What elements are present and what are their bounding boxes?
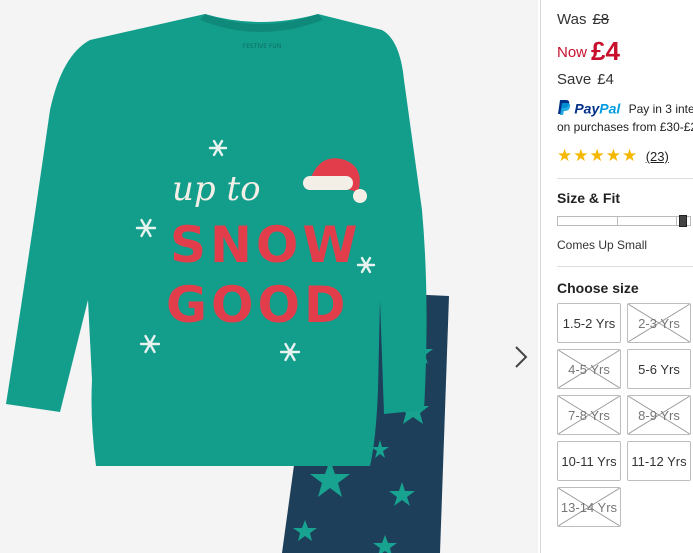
shirt-text-up-to: up to xyxy=(172,169,261,209)
neck-label-text: FESTIVE FUN xyxy=(243,43,282,50)
pyjama-illustration: FESTIVE FUN up to SNOW GOOD xyxy=(6,14,449,553)
size-option-button[interactable]: 4-5 Yrs xyxy=(557,349,621,389)
was-price: Was £8 xyxy=(557,11,609,28)
paypal-message-line2: on purchases from £30-£2 xyxy=(557,120,693,134)
star-icon: ★ xyxy=(589,146,605,165)
size-option-button[interactable]: 7-8 Yrs xyxy=(557,395,621,435)
section-divider xyxy=(557,266,693,267)
size-option-label: 2-3 Yrs xyxy=(638,315,680,331)
was-label: Was xyxy=(557,11,587,28)
paypal-promo[interactable]: PayPal Pay in 3 inte xyxy=(557,99,693,118)
size-option-button[interactable]: 10-11 Yrs xyxy=(557,441,621,481)
product-image[interactable]: FESTIVE FUN up to SNOW GOOD xyxy=(0,0,538,553)
size-option-label: 13-14 Yrs xyxy=(560,499,618,515)
section-divider xyxy=(557,178,693,179)
fit-scale xyxy=(557,215,691,227)
paypal-logo-pal-text: Pal xyxy=(599,100,621,117)
choose-size-title: Choose size xyxy=(557,280,639,296)
shirt-text-good: GOOD xyxy=(166,276,350,334)
size-option-label: 10-11 Yrs xyxy=(561,453,617,469)
size-option-button[interactable]: 5-6 Yrs xyxy=(627,349,691,389)
review-count-link[interactable]: (23) xyxy=(646,149,669,164)
size-option-button[interactable]: 2-3 Yrs xyxy=(627,303,691,343)
star-icon: ★ xyxy=(557,146,573,165)
size-option-label: 5-6 Yrs xyxy=(638,361,680,377)
fit-scale-segment xyxy=(676,217,677,225)
size-option-button[interactable]: 1.5-2 Yrs xyxy=(557,303,621,343)
size-option-label: 4-5 Yrs xyxy=(568,361,610,377)
save-amount: Save £4 xyxy=(557,71,614,88)
star-icon: ★ xyxy=(622,146,638,165)
next-image-arrow-icon[interactable] xyxy=(513,345,529,369)
product-info-panel: Was £8 Now £4 Save £4 PayPal Pay in 3 inte … xyxy=(557,0,693,553)
size-option-label: 7-8 Yrs xyxy=(568,407,610,423)
paypal-message: Pay in 3 inte xyxy=(628,101,693,116)
paypal-logo-icon xyxy=(557,99,571,118)
fit-scale-marker xyxy=(679,215,687,227)
size-option-label: 11-12 Yrs xyxy=(631,453,687,469)
star-icon: ★ xyxy=(605,146,621,165)
panel-divider xyxy=(540,0,541,553)
now-price-value: £4 xyxy=(591,36,620,66)
now-label: Now xyxy=(557,44,588,61)
save-label: Save xyxy=(557,71,592,88)
save-value: £4 xyxy=(597,71,614,88)
paypal-logo-pay-text: Pay xyxy=(574,100,600,117)
size-option-button[interactable]: 8-9 Yrs xyxy=(627,395,691,435)
size-option-label: 1.5-2 Yrs xyxy=(562,315,616,331)
pyjama-top: FESTIVE FUN up to SNOW GOOD xyxy=(6,14,427,466)
size-option-button[interactable]: 13-14 Yrs xyxy=(557,487,621,527)
size-option-label: 8-9 Yrs xyxy=(638,407,680,423)
size-option-button[interactable]: 11-12 Yrs xyxy=(627,441,691,481)
product-rating: ★★★★★ (23) xyxy=(557,147,669,166)
size-fit-title: Size & Fit xyxy=(557,190,621,206)
star-rating: ★★★★★ xyxy=(557,147,638,166)
fit-scale-segment xyxy=(617,217,618,225)
star-icon: ★ xyxy=(573,146,589,165)
now-price: Now £4 xyxy=(557,36,620,67)
fit-label: Comes Up Small xyxy=(557,238,648,252)
was-price-value: £8 xyxy=(592,11,610,28)
shirt-text-snow: SNOW xyxy=(170,216,362,274)
